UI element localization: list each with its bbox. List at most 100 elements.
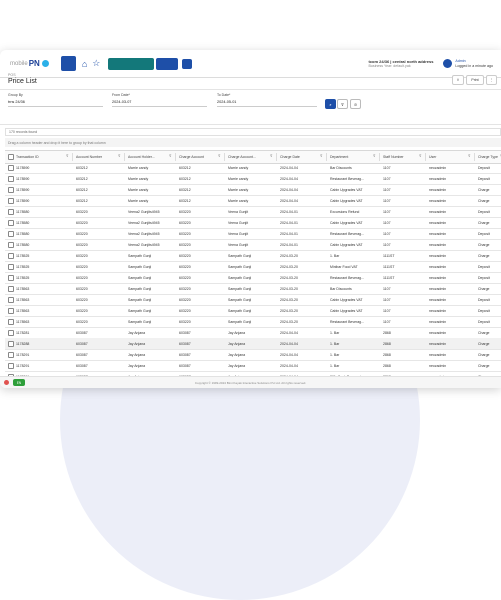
row-checkbox[interactable] xyxy=(8,264,14,270)
row-checkbox[interactable] xyxy=(8,286,14,292)
table-cell: Marrie candy xyxy=(128,165,149,170)
table-cell: neozadmin xyxy=(429,330,447,335)
row-checkbox[interactable] xyxy=(8,231,14,237)
table-cell: Minibar Food VAT xyxy=(330,264,358,269)
table-cell: neozadmin xyxy=(429,198,447,203)
table-cell: 603087 xyxy=(76,352,88,357)
home-icon[interactable]: ⌂ xyxy=(82,59,87,69)
to-date-input[interactable]: 2024-05-01 xyxy=(217,100,236,104)
from-date-input[interactable]: 2024-03-07 xyxy=(112,100,131,104)
column-filter-icon[interactable]: ⊽ xyxy=(320,154,323,158)
clear-filter-button[interactable]: ⊘ xyxy=(350,99,361,109)
row-checkbox[interactable] xyxy=(8,198,14,204)
table-cell: 1107 xyxy=(383,165,391,170)
table-cell: Sampath Gunji xyxy=(128,253,152,258)
search-icon: ⌕ xyxy=(329,101,332,107)
copyright-text: Copyright © 1999-2024 Bimi Kayak Interac… xyxy=(194,381,307,385)
row-checkbox[interactable] xyxy=(8,187,14,193)
row-checkbox[interactable] xyxy=(8,352,14,358)
filter-button[interactable]: ⊽ xyxy=(337,99,348,109)
column-filter-icon[interactable]: ⊽ xyxy=(468,154,471,158)
table-cell: 2024-04-01 xyxy=(280,242,298,247)
table-cell: Sampath Gunji xyxy=(128,297,152,302)
table-cell: 603220 xyxy=(76,275,88,280)
column-filter-icon[interactable]: ⊽ xyxy=(118,154,121,158)
table-cell: Restaurant Beverag... xyxy=(330,231,365,236)
app-window: mobile PN ⌂ ☆ tcom 24/36 | central north… xyxy=(0,50,501,388)
module-tab-secondary[interactable] xyxy=(156,57,179,70)
table-cell: 1. Bar xyxy=(330,352,340,357)
module-tab[interactable] xyxy=(108,57,155,70)
from-date-label: From Date* xyxy=(112,93,130,97)
row-checkbox[interactable] xyxy=(8,330,14,336)
column-divider xyxy=(474,153,475,161)
table-cell: 2024-03-20 xyxy=(280,297,298,302)
row-checkbox[interactable] xyxy=(8,220,14,226)
business-year: Business Year: default.yak xyxy=(368,63,411,68)
row-checkbox[interactable] xyxy=(8,176,14,182)
table-cell: 1111ST xyxy=(383,264,395,269)
table-cell: 1178291 xyxy=(16,363,30,368)
table-cell: 2868 xyxy=(383,330,391,335)
table-cell: 1. Bar xyxy=(330,253,340,258)
favorite-star-icon[interactable]: ☆ xyxy=(92,58,100,69)
row-checkbox[interactable] xyxy=(8,253,14,259)
more-options-button[interactable]: ⋮ xyxy=(486,75,497,85)
property-selector[interactable]: tcom 24/36 | central north address Busin… xyxy=(369,59,434,69)
row-checkbox[interactable] xyxy=(8,242,14,248)
group-by-select[interactable]: trns 24/36 xyxy=(8,100,25,104)
column-divider xyxy=(72,153,73,161)
table-cell: 1178525 xyxy=(16,264,30,269)
footer: EN Copyright © 1999-2024 Bimi Kayak Inte… xyxy=(0,376,501,388)
table-cell: Cabin Upgrades VAT xyxy=(330,242,363,247)
table-cell: Marrie candy xyxy=(228,198,249,203)
table-cell: 2024-03-20 xyxy=(280,253,298,258)
table-cell: Restaurant Beverag... xyxy=(330,176,365,181)
table-cell: 603220 xyxy=(76,319,88,324)
column-filter-icon[interactable]: ⊽ xyxy=(169,154,172,158)
table-cell: 2024-04-04 xyxy=(280,330,298,335)
table-cell: Charge xyxy=(478,253,490,258)
menu-grid-icon[interactable] xyxy=(182,58,193,69)
table-cell: 1178590 xyxy=(16,176,30,181)
row-checkbox[interactable] xyxy=(8,209,14,215)
avatar[interactable] xyxy=(443,59,453,68)
row-checkbox[interactable] xyxy=(8,363,14,369)
row-checkbox[interactable] xyxy=(8,275,14,281)
user-menu[interactable]: Admin Logged in a minute ago xyxy=(455,59,493,69)
table-cell: 1. Bar xyxy=(330,363,340,368)
table-cell: Jay Anjana xyxy=(228,363,246,368)
print-button[interactable]: Print xyxy=(466,75,484,85)
search-button[interactable]: ⌕ xyxy=(325,99,336,109)
row-checkbox[interactable] xyxy=(8,341,14,347)
table-cell: Marrie candy xyxy=(128,176,149,181)
app-logo[interactable]: mobile PN xyxy=(10,59,49,68)
select-all-checkbox[interactable] xyxy=(8,154,14,160)
filter-panel: Group By trns 24/36 From Date* 2024-03-0… xyxy=(0,89,501,125)
row-checkbox[interactable] xyxy=(8,308,14,314)
table-cell: neozadmin xyxy=(429,187,447,192)
column-filter-icon[interactable]: ⊽ xyxy=(419,154,422,158)
table-cell: 1178590 xyxy=(16,187,30,192)
upload-button[interactable]: ⇪ xyxy=(452,75,464,85)
table-cell: 1107 xyxy=(383,308,391,313)
table-cell: 2868 xyxy=(383,363,391,368)
table-cell: Sampath Gunji xyxy=(228,275,252,280)
table-cell: neozadmin xyxy=(429,231,447,236)
row-checkbox[interactable] xyxy=(8,165,14,171)
column-filter-icon[interactable]: ⊽ xyxy=(218,154,221,158)
column-filter-icon[interactable]: ⊽ xyxy=(66,154,69,158)
column-filter-icon[interactable]: ⊽ xyxy=(270,154,273,158)
group-drop-zone[interactable]: Drag a column header and drop it here to… xyxy=(5,138,501,147)
table-cell: 1178580 xyxy=(16,231,30,236)
apps-grid-icon[interactable] xyxy=(60,56,76,71)
breadcrumb[interactable]: POS xyxy=(8,73,16,77)
column-filter-icon[interactable]: ⊽ xyxy=(373,154,376,158)
column-divider xyxy=(175,153,176,161)
row-checkbox[interactable] xyxy=(8,297,14,303)
row-checkbox[interactable] xyxy=(8,319,14,325)
table-cell: neozadmin xyxy=(429,253,447,258)
table-cell: neozadmin xyxy=(429,264,447,269)
group-by-underline xyxy=(8,106,103,107)
top-bar: mobile PN ⌂ ☆ tcom 24/36 | central north… xyxy=(0,50,501,78)
